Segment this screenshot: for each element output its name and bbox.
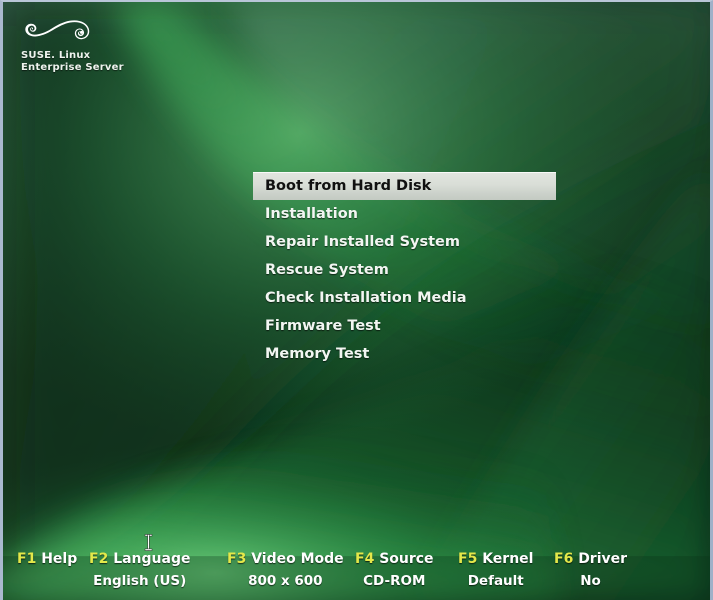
menu-item-check-installation-media[interactable]: Check Installation Media: [253, 284, 556, 312]
fkey-f6-top: F6 Driver: [554, 550, 627, 568]
brand-line-1: SUSE. Linux: [21, 50, 91, 61]
text-ibeam-cursor: [144, 534, 153, 551]
fkey-f2-value: English (US): [93, 573, 187, 589]
fkey-f1-key: F1: [17, 551, 37, 567]
fkey-f4-key: F4: [355, 551, 375, 567]
fkey-f3-top: F3 Video Mode: [227, 550, 344, 568]
menu-item-boot-from-hard-disk[interactable]: Boot from Hard Disk: [253, 172, 556, 200]
fkey-f1-help[interactable]: F1 Help: [17, 550, 77, 572]
fkey-f4-value: CD-ROM: [363, 573, 426, 589]
function-key-bar: F1 Help F2 Language English (US) F3 Vide…: [3, 544, 710, 600]
fkey-f5-label: Kernel: [482, 551, 534, 567]
boot-menu[interactable]: Boot from Hard Disk Installation Repair …: [253, 172, 556, 368]
fkey-f4-top: F4 Source: [355, 550, 434, 568]
fkey-f2-label: Language: [113, 551, 191, 567]
suse-chameleon-icon: [25, 20, 90, 40]
fkey-f3-video-mode[interactable]: F3 Video Mode 800 x 600: [227, 550, 344, 590]
fkey-f3-key: F3: [227, 551, 247, 567]
fkey-f3-value: 800 x 600: [248, 573, 323, 589]
menu-item-installation[interactable]: Installation: [253, 200, 556, 228]
suse-branding: SUSE. Linux Enterprise Server: [21, 10, 191, 74]
brand-line-2: Enterprise Server: [21, 62, 124, 73]
fkey-f5-key: F5: [458, 551, 478, 567]
fkey-f2-key: F2: [89, 551, 109, 567]
fkey-f6-label: Driver: [578, 551, 628, 567]
fkey-f6-key: F6: [554, 551, 574, 567]
menu-item-firmware-test[interactable]: Firmware Test: [253, 312, 556, 340]
fkey-f4-source[interactable]: F4 Source CD-ROM: [355, 550, 434, 590]
fkey-f6-value: No: [580, 573, 601, 589]
menu-item-memory-test[interactable]: Memory Test: [253, 340, 556, 368]
fkey-f6-driver[interactable]: F6 Driver No: [554, 550, 627, 590]
fkey-f2-top: F2 Language: [89, 550, 190, 568]
fkey-f3-label: Video Mode: [251, 551, 344, 567]
boot-screen: SUSE. Linux Enterprise Server Boot from …: [0, 0, 713, 600]
fkey-f2-language[interactable]: F2 Language English (US): [89, 550, 190, 590]
menu-item-repair-installed-system[interactable]: Repair Installed System: [253, 228, 556, 256]
fkey-f4-label: Source: [379, 551, 434, 567]
suse-logo-text: SUSE. Linux Enterprise Server: [21, 50, 191, 74]
menu-item-rescue-system[interactable]: Rescue System: [253, 256, 556, 284]
fkey-f5-value: Default: [467, 573, 524, 589]
fkey-f1-label: Help: [41, 551, 78, 567]
fkey-f5-kernel[interactable]: F5 Kernel Default: [458, 550, 533, 590]
fkey-f1-top: F1 Help: [17, 550, 77, 568]
fkey-f5-top: F5 Kernel: [458, 550, 533, 568]
